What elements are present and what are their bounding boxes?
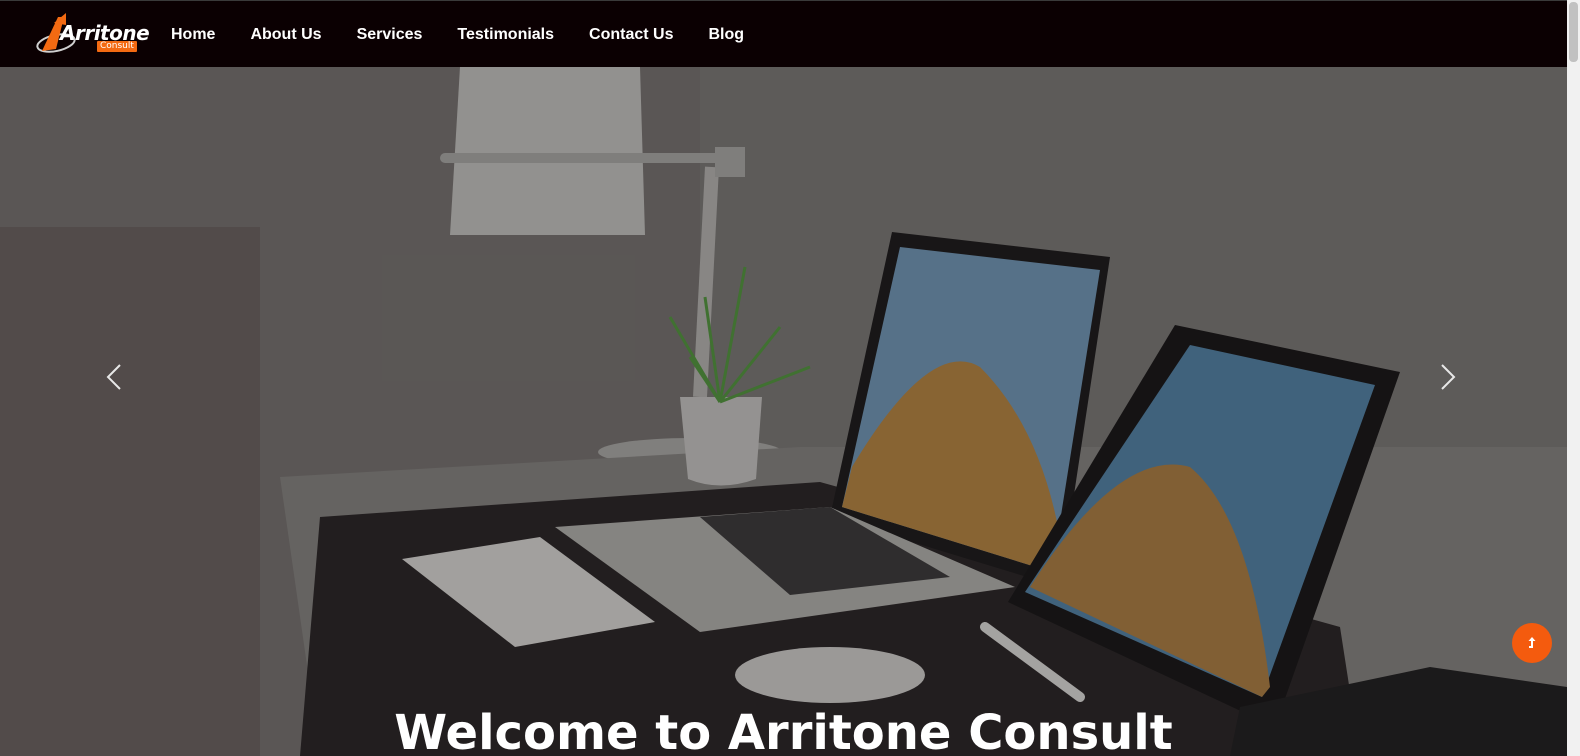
top-navbar: Arritone Consult Home About Us Services …	[0, 0, 1567, 67]
page-scrollbar[interactable]	[1567, 0, 1580, 756]
nav-services-link[interactable]: Services	[357, 26, 423, 44]
nav-contact-link[interactable]: Contact Us	[589, 26, 673, 44]
scrollbar-thumb[interactable]	[1569, 2, 1578, 62]
carousel-next-button[interactable]	[1434, 357, 1464, 397]
nav-blog-link[interactable]: Blog	[708, 26, 744, 44]
chevron-left-icon	[106, 364, 121, 390]
main-nav: Home About Us Services Testimonials Cont…	[171, 1, 779, 68]
scroll-to-top-button[interactable]	[1512, 623, 1552, 663]
logo-subtext: Consult	[97, 41, 137, 52]
nav-testimonials-link[interactable]: Testimonials	[457, 26, 554, 44]
hero-carousel: Welcome to Arritone Consult	[0, 67, 1567, 756]
chevron-right-icon	[1441, 364, 1456, 390]
hero-title: Welcome to Arritone Consult	[394, 705, 1173, 756]
carousel-prev-button[interactable]	[100, 357, 130, 397]
arrow-up-icon	[1528, 637, 1536, 648]
nav-about-link[interactable]: About Us	[250, 26, 321, 44]
brand-logo[interactable]: Arritone Consult	[36, 13, 150, 57]
nav-home-link[interactable]: Home	[171, 26, 215, 44]
hero-dark-overlay	[0, 67, 1567, 756]
